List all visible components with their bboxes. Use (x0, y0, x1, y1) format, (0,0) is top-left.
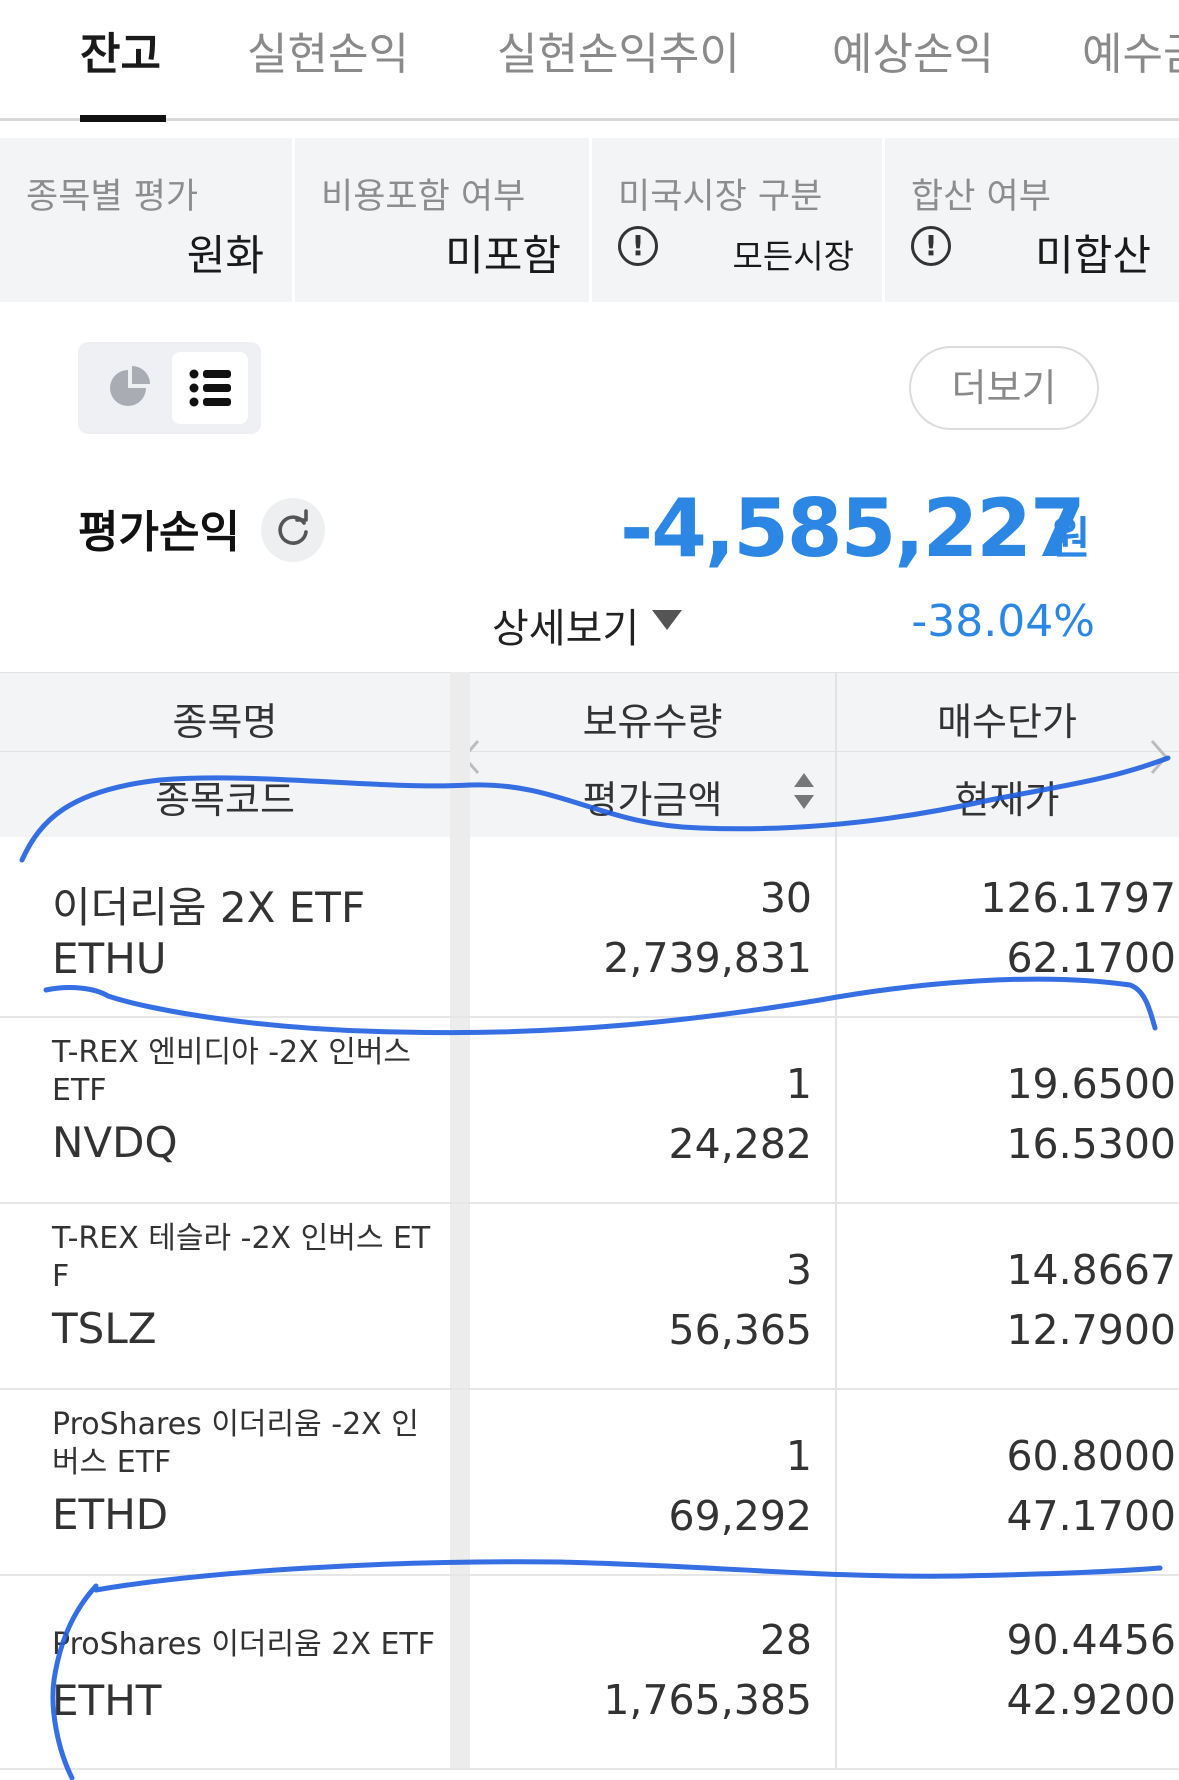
avg-price: 90.4456 (1006, 1616, 1176, 1664)
stock-name: ProShares 이더리움 -2X 인버스 ETF (52, 1407, 419, 1480)
filter-label: 합산 여부 (911, 177, 1051, 217)
holding-qty: 1 (785, 1060, 812, 1108)
table-header: 종목명 종목코드 보유수량 평가금액 매수단가 현재가 (0, 672, 1179, 837)
caret-down-icon[interactable] (652, 610, 682, 630)
stock-code: ETHU (52, 934, 167, 983)
eval-amount: 24,282 (668, 1120, 812, 1168)
eval-amount: 2,739,831 (603, 934, 812, 982)
filter-include-fees[interactable]: 비용포함 여부 미포함 (295, 138, 589, 302)
filter-value: 미합산 (1035, 231, 1151, 280)
filter-value: 모든시장 (732, 237, 854, 276)
avg-price: 19.6500 (1006, 1060, 1176, 1108)
active-tab-indicator (80, 115, 166, 122)
holding-qty: 3 (785, 1246, 812, 1294)
header-eval: 평가금액 (582, 778, 723, 822)
view-toggle (78, 342, 261, 434)
chevron-right-icon[interactable] (1146, 737, 1172, 781)
tab-realized-pnl[interactable]: 실현손익 (247, 18, 409, 82)
refresh-icon[interactable] (261, 498, 325, 562)
pnl-value: -4,585,227 (620, 482, 1086, 575)
eval-amount: 1,765,385 (603, 1676, 812, 1724)
header-code: 종목코드 (155, 778, 295, 822)
holding-qty: 30 (759, 874, 812, 922)
stock-code: ETHD (52, 1490, 169, 1539)
stock-code: TSLZ (52, 1304, 157, 1353)
table-row[interactable]: 이더리움 2X ETF ETHU 30 2,739,831 126.1797 6… (0, 836, 1179, 1018)
current-price: 47.1700 (1006, 1492, 1176, 1540)
tab-deposit[interactable]: 예수금 (1082, 18, 1179, 82)
tab-bar: 잔고 실현손익 실현손익추이 예상손익 예수금 (0, 0, 1179, 122)
filter-eval-currency[interactable]: 종목별 평가 원화 (0, 138, 292, 302)
table-row[interactable]: ProShares 이더리움 -2X 인버스 ETF ETHD 1 69,292… (0, 1390, 1179, 1576)
filter-aggregate[interactable]: 합산 여부 ! 미합산 (885, 138, 1179, 302)
eval-amount: 69,292 (668, 1492, 812, 1540)
avg-price: 126.1797 (980, 874, 1176, 922)
stock-code: NVDQ (52, 1118, 178, 1167)
list-icon[interactable] (172, 352, 248, 424)
avg-price: 14.8667 (1006, 1246, 1176, 1294)
table-row[interactable]: T-REX 테슬라 -2X 인버스 ETF TSLZ 3 56,365 14.8… (0, 1204, 1179, 1390)
stock-name: 이더리움 2X ETF (52, 883, 366, 932)
header-qty: 보유수량 (582, 700, 723, 744)
tab-expected-pnl[interactable]: 예상손익 (832, 18, 994, 82)
holding-qty: 1 (785, 1432, 812, 1480)
current-price: 42.9200 (1006, 1676, 1176, 1724)
current-price: 12.7900 (1006, 1306, 1176, 1354)
stock-name: T-REX 테슬라 -2X 인버스 ETF (52, 1221, 431, 1294)
tab-balance[interactable]: 잔고 (80, 18, 161, 82)
header-cur-price: 현재가 (954, 778, 1060, 822)
info-icon[interactable]: ! (911, 226, 951, 266)
info-icon[interactable]: ! (618, 226, 658, 266)
stock-name: ProShares 이더리움 2X ETF (52, 1627, 435, 1662)
filter-label: 미국시장 구분 (618, 177, 823, 217)
filter-bar: 종목별 평가 원화 비용포함 여부 미포함 미국시장 구분 ! 모든시장 합산 … (0, 138, 1179, 302)
filter-value: 원화 (186, 231, 264, 280)
holding-qty: 28 (759, 1616, 812, 1664)
eval-amount: 56,365 (668, 1306, 812, 1354)
table-row[interactable]: T-REX 엔비디아 -2X 인버스 ETF NVDQ 1 24,282 19.… (0, 1018, 1179, 1204)
detail-view-toggle[interactable]: 상세보기 (492, 596, 639, 654)
table-row[interactable]: ProShares 이더리움 2X ETF ETHT 28 1,765,385 … (0, 1576, 1179, 1770)
current-price: 62.1700 (1006, 934, 1176, 982)
filter-value: 미포함 (445, 231, 561, 280)
tab-realized-pnl-trend[interactable]: 실현손익추이 (497, 18, 740, 82)
pnl-rate: -38.04% (911, 596, 1095, 647)
sort-icon[interactable] (792, 769, 816, 817)
pnl-unit: 원 (1050, 513, 1091, 564)
filter-label: 종목별 평가 (26, 177, 199, 217)
header-avg-price: 매수단가 (937, 700, 1077, 744)
header-name: 종목명 (172, 700, 278, 744)
filter-us-market[interactable]: 미국시장 구분 ! 모든시장 (592, 138, 882, 302)
more-button[interactable]: 더보기 (909, 346, 1099, 430)
filter-label: 비용포함 여부 (321, 177, 526, 217)
current-price: 16.5300 (1006, 1120, 1176, 1168)
stock-name: T-REX 엔비디아 -2X 인버스 ETF (52, 1035, 412, 1108)
pnl-label: 평가손익 (78, 507, 240, 558)
avg-price: 60.8000 (1006, 1432, 1176, 1480)
stock-code: ETHT (52, 1676, 162, 1725)
pie-chart-icon[interactable] (92, 352, 168, 424)
